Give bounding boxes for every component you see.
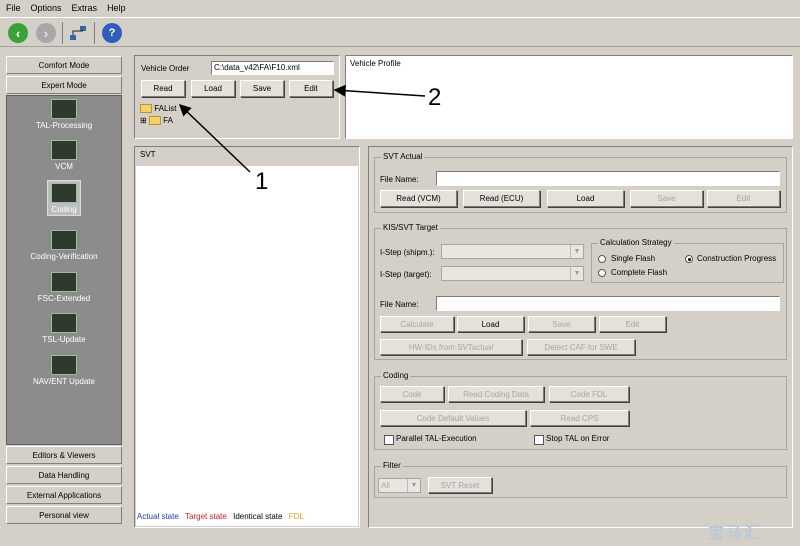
tal-processing-icon [51, 99, 77, 119]
filter-title: Filter [381, 461, 403, 470]
kis-edit-button[interactable]: Edit [599, 316, 666, 332]
state-legend: Actual state Target state Identical stat… [137, 512, 304, 521]
read-vcm-button[interactable]: Read (VCM) [380, 190, 457, 207]
legend-identical-state: Identical state [233, 512, 283, 521]
sidebar-personal-view[interactable]: Personal view [6, 506, 122, 524]
istep-shipm-label: I-Step (shipm.): [380, 248, 435, 257]
sidebar-item-fsc-extended[interactable]: FSC-Extended [6, 272, 122, 303]
sidebar-expert-mode[interactable]: Expert Mode [6, 76, 122, 94]
svt-actual-file-name-input[interactable] [436, 171, 780, 186]
detect-caf-button[interactable]: Detect CAF for SWE [527, 339, 635, 355]
coding-icon [51, 183, 77, 203]
back-icon[interactable]: ‹ [8, 23, 28, 43]
coding-title: Coding [381, 371, 411, 380]
fsc-extended-icon [51, 272, 77, 292]
stop-tal-on-error-checkbox[interactable] [534, 435, 544, 445]
kis-load-button[interactable]: Load [457, 316, 524, 332]
vehicle-profile-title: Vehicle Profile [350, 59, 401, 68]
chevron-down-icon: ▼ [407, 479, 420, 492]
hw-ids-from-svtactual-button[interactable]: HW-IDs from SVTactual [380, 339, 522, 355]
kis-file-name-input[interactable] [436, 296, 780, 311]
sidebar-external-applications[interactable]: External Applications [6, 486, 122, 504]
callout-label-1: 1 [255, 168, 269, 195]
expand-icon[interactable]: ⊞ [140, 116, 147, 125]
vcm-icon [51, 140, 77, 160]
tsl-update-icon [51, 313, 77, 333]
svt-actual-save-button[interactable]: Save [630, 190, 703, 207]
vehicle-order-path-field[interactable]: C:\data_v42\FA\F10.xml [211, 61, 334, 75]
sidebar-item-vcm[interactable]: VCM [6, 140, 122, 171]
folder-icon [148, 116, 161, 126]
construction-progress-radio[interactable] [685, 255, 693, 263]
calculate-button[interactable]: Calculate [380, 316, 454, 332]
parallel-tal-label: Parallel TAL-Execution [396, 434, 477, 443]
read-coding-data-button[interactable]: Read Coding Data [448, 386, 544, 402]
callout-label-2: 2 [428, 84, 442, 111]
read-ecu-button[interactable]: Read (ECU) [463, 190, 540, 207]
legend-target-state: Target state [185, 512, 227, 521]
vehicle-order-save-button[interactable]: Save [240, 80, 284, 97]
vehicle-order-label: Vehicle Order [141, 64, 190, 73]
code-fdl-button[interactable]: Code FDL [549, 386, 629, 402]
istep-target-select[interactable]: ▼ [441, 266, 584, 281]
network-icon[interactable] [68, 23, 88, 43]
nav-ent-update-icon [51, 355, 77, 375]
help-icon[interactable]: ? [102, 23, 122, 43]
sidebar-item-nav-ent-update[interactable]: NAV/ENT Update [6, 355, 122, 386]
svt-tree-area[interactable] [136, 166, 358, 526]
svt-actual-load-button[interactable]: Load [547, 190, 624, 207]
vehicle-order-load-button[interactable]: Load [191, 80, 235, 97]
single-flash-radio[interactable] [598, 255, 606, 263]
vehicle-order-read-button[interactable]: Read [141, 80, 185, 97]
single-flash-label: Single Flash [611, 254, 656, 263]
vehicle-profile-panel [345, 55, 793, 139]
filter-select[interactable]: All ▼ [378, 478, 421, 493]
menu-file[interactable]: File [6, 3, 21, 13]
forward-icon[interactable]: › [36, 23, 56, 43]
istep-target-label: I-Step (target): [380, 270, 432, 279]
code-default-values-button[interactable]: Code Default Values [380, 410, 526, 426]
sidebar-data-handling[interactable]: Data Handling [6, 466, 122, 484]
sidebar-editors-viewers[interactable]: Editors & Viewers [6, 446, 122, 464]
menu-bar: File Options Extras Help [0, 0, 800, 16]
svt-reset-button[interactable]: SVT Reset [428, 477, 492, 493]
tree-item-fa[interactable]: ⊞ FA [140, 116, 173, 126]
code-button[interactable]: Code [380, 386, 444, 402]
tree-item-falist[interactable]: FAList [140, 104, 176, 114]
sidebar-comfort-mode[interactable]: Comfort Mode [6, 56, 122, 74]
svt-title: SVT [140, 150, 156, 159]
parallel-tal-checkbox[interactable] [384, 435, 394, 445]
menu-help[interactable]: Help [107, 3, 126, 13]
watermark: 宝马汇 [708, 525, 763, 542]
complete-flash-label: Complete Flash [611, 268, 668, 277]
sidebar-item-coding[interactable]: Coding [6, 183, 122, 214]
svt-actual-file-name-label: File Name: [380, 175, 419, 184]
read-cps-button[interactable]: Read CPS [530, 410, 629, 426]
legend-actual-state: Actual state [137, 512, 179, 521]
coding-verification-icon [51, 230, 77, 250]
menu-options[interactable]: Options [31, 3, 62, 13]
svt-actual-edit-button[interactable]: Edit [707, 190, 780, 207]
complete-flash-radio[interactable] [598, 269, 606, 277]
stop-tal-on-error-label: Stop TAL on Error [546, 434, 610, 443]
kis-save-button[interactable]: Save [528, 316, 595, 332]
vehicle-order-edit-button[interactable]: Edit [289, 80, 333, 97]
calculation-strategy-group: Calculation Strategy [591, 238, 784, 283]
toolbar: ‹ › ? [0, 17, 800, 47]
chevron-down-icon: ▼ [570, 245, 583, 258]
kis-file-name-label: File Name: [380, 300, 419, 309]
istep-shipm-select[interactable]: ▼ [441, 244, 584, 259]
sidebar-item-tsl-update[interactable]: TSL-Update [6, 313, 122, 344]
menu-extras[interactable]: Extras [72, 3, 98, 13]
calculation-strategy-title: Calculation Strategy [598, 238, 674, 247]
sidebar-item-coding-verification[interactable]: Coding-Verification [6, 230, 122, 261]
sidebar-item-tal-processing[interactable]: TAL-Processing [6, 99, 122, 130]
construction-progress-label: Construction Progress [697, 254, 777, 263]
kis-svt-target-title: KIS/SVT Target [381, 223, 440, 232]
folder-icon [140, 104, 152, 114]
chevron-down-icon: ▼ [570, 267, 583, 280]
svt-actual-title: SVT Actual [381, 152, 425, 161]
legend-fdl: FDL [288, 512, 304, 521]
